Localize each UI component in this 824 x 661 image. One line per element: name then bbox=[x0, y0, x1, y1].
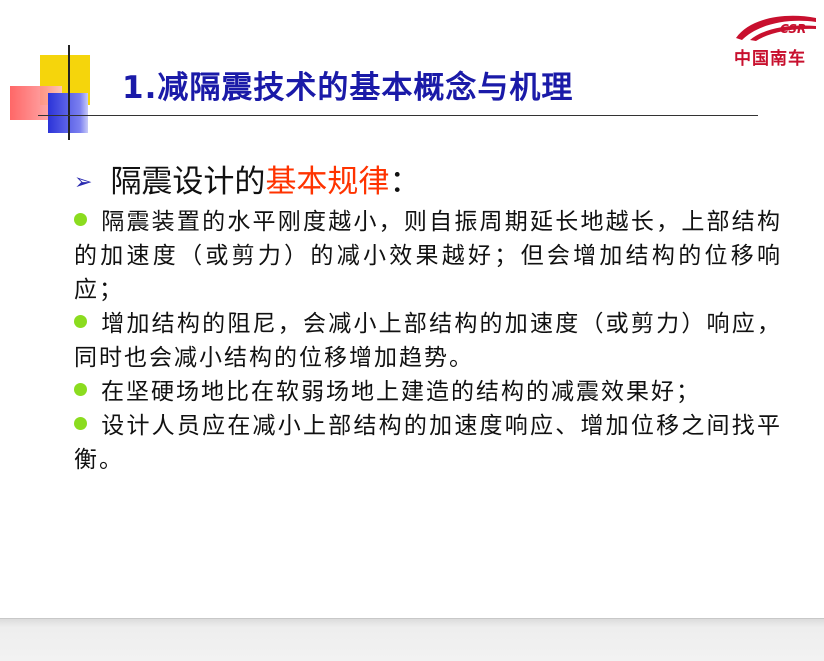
csr-logo: CSR 中国南车 bbox=[730, 10, 820, 69]
bullet-item-2: 增加结构的阻尼，会减小上部结构的加速度（或剪力）响应，同时也会减小结构的位移增加… bbox=[74, 307, 782, 375]
slide-content: ➢ 隔震设计的基本规律： 隔震装置的水平刚度越小，则自振周期延长地越长，上部结构的… bbox=[74, 162, 782, 477]
bullet-dot-icon bbox=[74, 213, 87, 226]
logo-mark: CSR bbox=[780, 22, 807, 36]
heading-prefix: 隔震设计的 bbox=[110, 164, 266, 200]
bullet-dot-icon bbox=[74, 417, 87, 430]
logo-text: 中国南车 bbox=[734, 49, 806, 69]
csr-swoosh-icon bbox=[736, 15, 816, 41]
bullet-text: 增加结构的阻尼，会减小上部结构的加速度（或剪力）响应，同时也会减小结构的位移增加… bbox=[74, 311, 782, 371]
heading-suffix: ： bbox=[389, 164, 421, 200]
window-bottom-bar bbox=[0, 618, 824, 661]
bullet-dot-icon bbox=[74, 315, 87, 328]
bullet-item-1: 隔震装置的水平刚度越小，则自振周期延长地越长，上部结构的加速度（或剪力）的减小效… bbox=[74, 205, 782, 307]
slide: 1.减隔震技术的基本概念与机理 CSR 中国南车 ➢ 隔震设计的基本规律： 隔震装… bbox=[0, 0, 824, 618]
bullet-text: 隔震装置的水平刚度越小，则自振周期延长地越长，上部结构的加速度（或剪力）的减小效… bbox=[74, 209, 782, 303]
heading-highlight: 基本规律 bbox=[265, 164, 390, 200]
bullet-text: 在坚硬场地比在软弱场地上建造的结构的减震效果好； bbox=[101, 379, 701, 405]
bullet-item-4: 设计人员应在减小上部结构的加速度响应、增加位移之间找平衡。 bbox=[74, 409, 782, 477]
section-heading: ➢ 隔震设计的基本规律： bbox=[74, 162, 782, 203]
bullet-dot-icon bbox=[74, 383, 87, 396]
slide-title: 1.减隔震技术的基本概念与机理 bbox=[122, 70, 574, 106]
bullet-item-3: 在坚硬场地比在软弱场地上建造的结构的减震效果好； bbox=[74, 375, 782, 409]
arrow-bullet-icon: ➢ bbox=[74, 170, 93, 195]
bullet-text: 设计人员应在减小上部结构的加速度响应、增加位移之间找平衡。 bbox=[74, 413, 782, 473]
decor-vertical-line bbox=[68, 45, 70, 140]
title-underline bbox=[38, 115, 758, 116]
